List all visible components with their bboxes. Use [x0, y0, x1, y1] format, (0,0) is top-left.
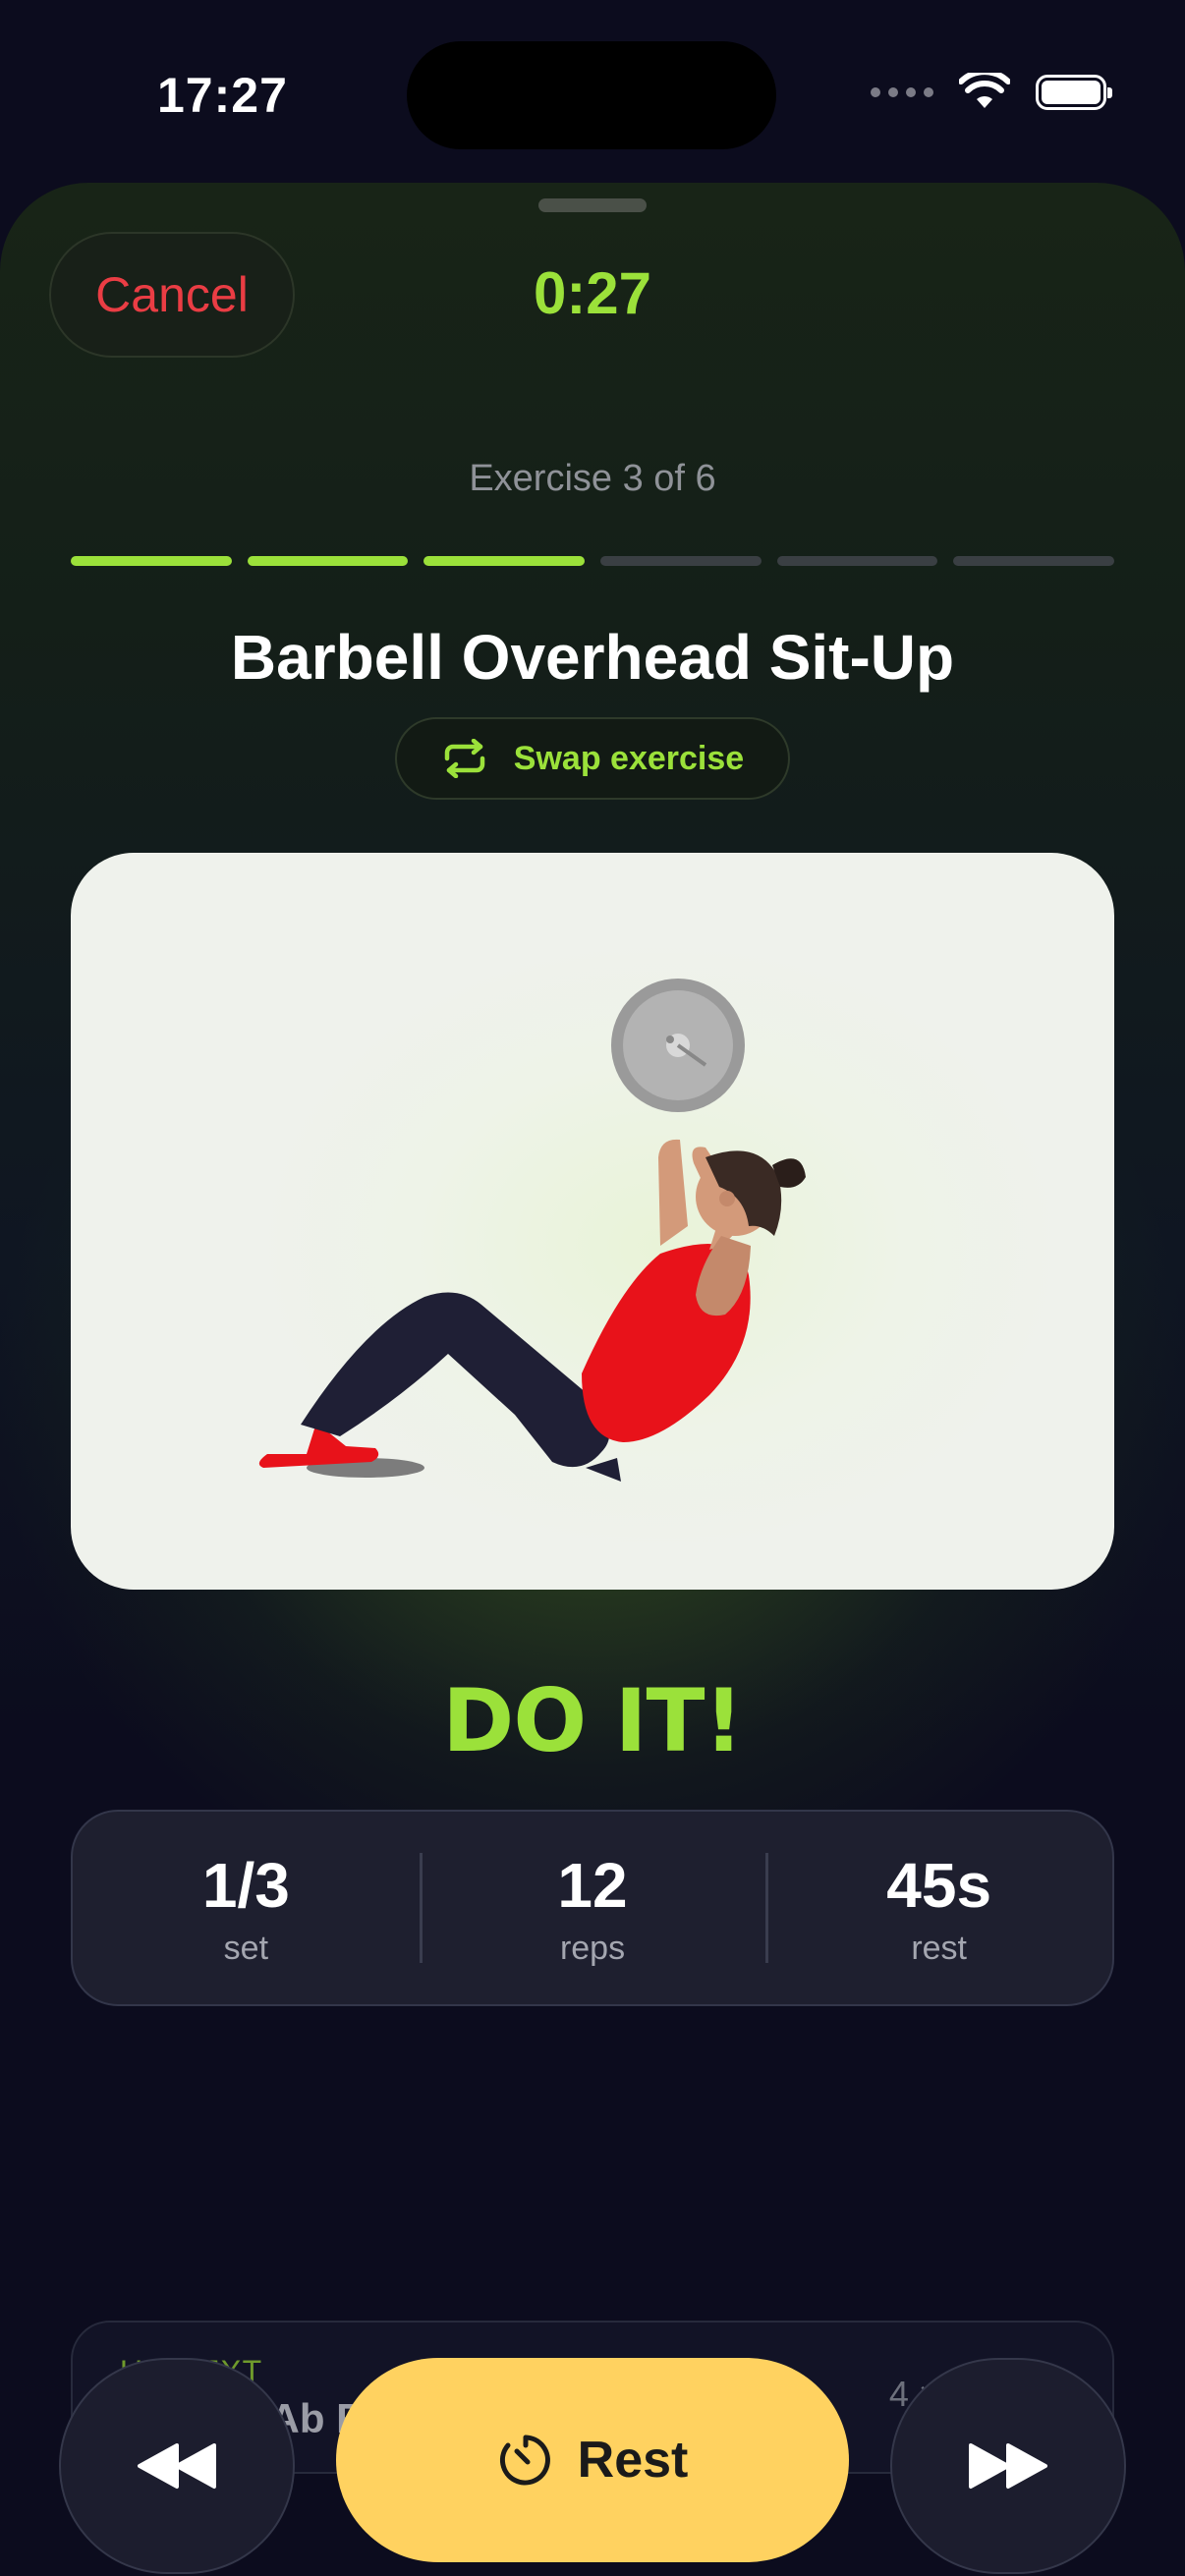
swap-icon	[444, 739, 485, 778]
fast-forward-icon	[969, 2443, 1047, 2489]
stat-value: 1/3	[201, 1849, 290, 1921]
stat-set: 1/3 set	[73, 1812, 420, 2004]
do-it-banner: DO IT!	[442, 1670, 743, 1771]
rest-button[interactable]: Rest	[336, 2358, 849, 2562]
sheet-grabber[interactable]	[538, 198, 647, 212]
swap-exercise-label: Swap exercise	[513, 739, 745, 777]
stat-rest: 45s rest	[765, 1812, 1112, 2004]
rest-label: Rest	[577, 2432, 689, 2489]
next-exercise-button[interactable]	[890, 2358, 1126, 2574]
exercise-progress-label: Exercise 3 of 6	[469, 458, 716, 499]
stat-label: set	[223, 1929, 269, 1967]
progress-segment	[71, 556, 232, 566]
rewind-icon	[138, 2443, 216, 2489]
status-time: 17:27	[157, 68, 288, 123]
battery-icon	[1036, 75, 1112, 110]
stat-label: rest	[911, 1929, 968, 1967]
previous-exercise-button[interactable]	[59, 2358, 295, 2574]
stat-label: reps	[559, 1929, 626, 1967]
timer-icon	[499, 2435, 550, 2486]
dynamic-island	[407, 41, 776, 149]
set-stats-card: 1/3 set 12 reps 45s rest	[71, 1810, 1114, 2006]
progress-segment	[423, 556, 586, 566]
cellular-signal-icon	[871, 87, 933, 97]
exercise-progress-bar	[71, 556, 1115, 566]
progress-segment	[776, 556, 938, 566]
workout-sheet: Cancel 0:27 Exercise 3 of 6 Barbell Over…	[0, 183, 1185, 2576]
status-icons	[871, 73, 1112, 112]
exercise-illustration	[71, 853, 1114, 1590]
swap-exercise-button[interactable]: Swap exercise	[395, 717, 790, 800]
progress-segment	[600, 556, 762, 566]
stat-value: 12	[557, 1849, 628, 1921]
progress-segment	[247, 556, 409, 566]
barbell-sit-up-figure	[258, 979, 806, 1482]
wifi-icon	[959, 73, 1010, 108]
exercise-title: Barbell Overhead Sit-Up	[230, 622, 955, 693]
status-bar: 17:27	[0, 0, 1185, 177]
elapsed-timer: 0:27	[533, 260, 652, 326]
stat-value: 45s	[886, 1849, 992, 1921]
stat-reps: 12 reps	[419, 1812, 766, 2004]
progress-segment	[953, 556, 1115, 566]
